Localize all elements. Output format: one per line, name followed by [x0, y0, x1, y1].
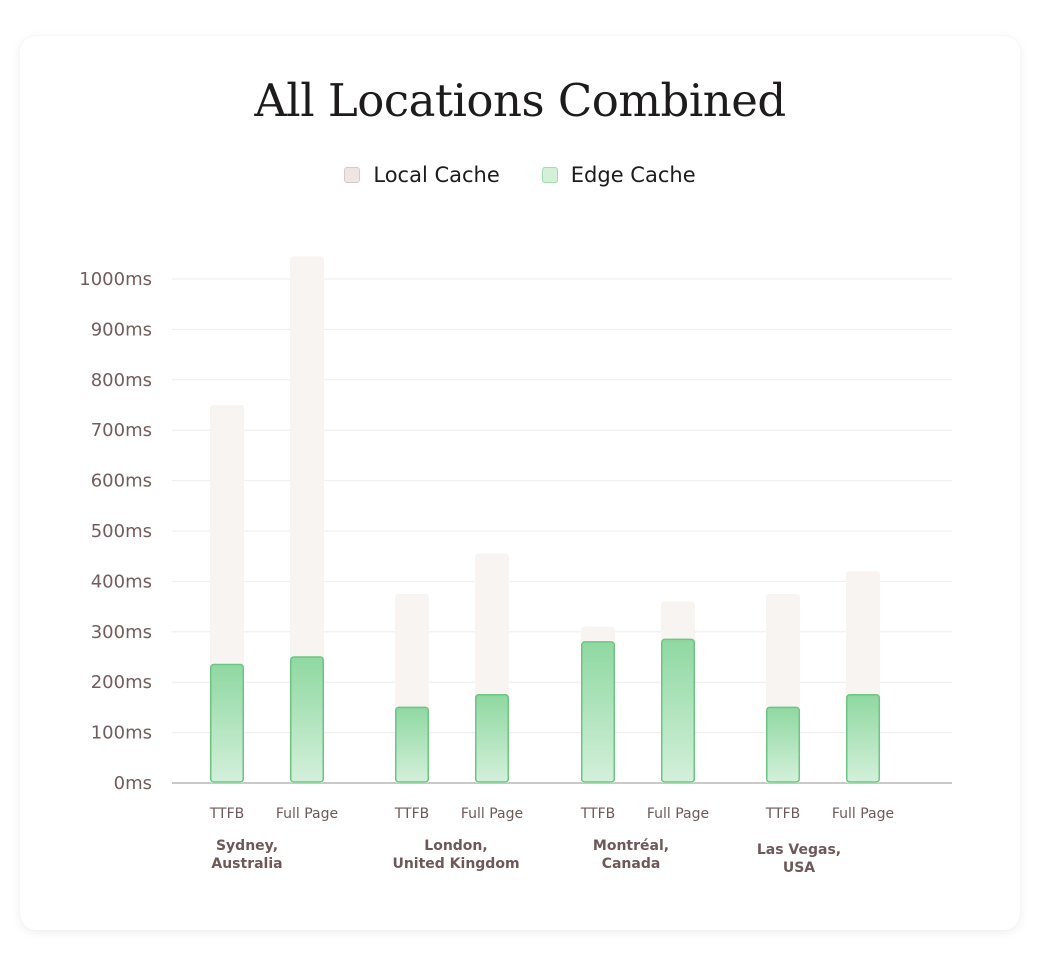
y-tick-label: 300ms — [91, 622, 152, 643]
bar-edge-cache — [210, 663, 244, 783]
bar-edge-cache — [581, 641, 615, 783]
group-label: Sydney, — [216, 838, 278, 854]
group-label: Canada — [602, 856, 661, 872]
bar-edge-cache — [661, 638, 695, 783]
bar-label: TTFB — [209, 806, 245, 822]
bar-label: Full Page — [647, 806, 709, 822]
bars — [210, 256, 880, 783]
bar-chart: 0ms 100ms 200ms 300ms 400ms 500ms 600ms 700ms 80… — [79, 256, 952, 876]
x-axis-labels: TTFB Full Page Sydney, Australia TTFB Full Pa… — [209, 806, 894, 876]
y-tick-label: 500ms — [91, 521, 152, 542]
bar-label: TTFB — [580, 806, 616, 822]
bar-edge-cache — [290, 656, 324, 783]
group-label: Australia — [211, 856, 282, 872]
y-tick-label: 0ms — [114, 773, 152, 794]
y-tick-label: 1000ms — [79, 269, 152, 290]
group-label: Las Vegas, — [757, 842, 841, 858]
y-tick-label: 800ms — [91, 370, 152, 391]
y-tick-label: 900ms — [91, 319, 152, 340]
bar-label: Full Page — [832, 806, 894, 822]
group-label: Montréal, — [593, 838, 669, 854]
gridlines — [172, 278, 952, 784]
y-tick-label: 200ms — [91, 672, 152, 693]
y-tick-label: 400ms — [91, 571, 152, 592]
bar-edge-cache — [475, 694, 509, 783]
group-label: London, — [424, 838, 487, 854]
bar-label: Full Page — [461, 806, 523, 822]
y-tick-label: 100ms — [91, 723, 152, 744]
y-tick-label: 600ms — [91, 471, 152, 492]
bar-edge-cache — [846, 694, 880, 783]
bar-label: TTFB — [394, 806, 430, 822]
group-label: United Kingdom — [392, 856, 519, 872]
bar-label: Full Page — [276, 806, 338, 822]
y-tick-label: 700ms — [91, 420, 152, 441]
bar-edge-cache — [395, 706, 429, 783]
group-label: USA — [783, 860, 815, 876]
y-axis-ticks: 0ms 100ms 200ms 300ms 400ms 500ms 600ms 700ms 80… — [79, 269, 152, 794]
bar-label: TTFB — [765, 806, 801, 822]
bar-edge-cache — [766, 706, 800, 783]
